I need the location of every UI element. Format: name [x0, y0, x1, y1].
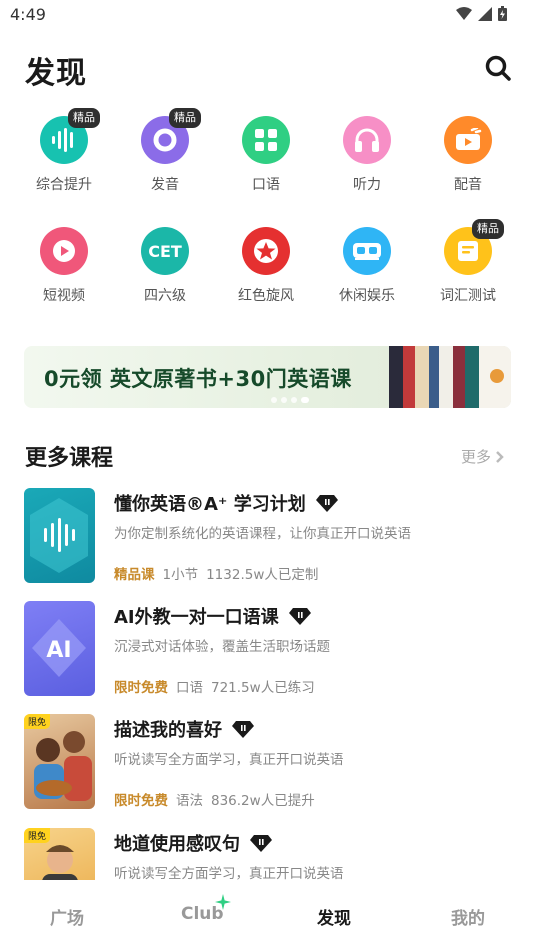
grid-label: 发音: [151, 177, 179, 193]
free-badge: 限免: [24, 828, 51, 843]
grid-label: 口语: [252, 177, 280, 193]
course-item[interactable]: 限免 地道使用感叹句 听说读写全方面学习，真正开口说英语: [24, 828, 514, 880]
grid-item-duanshipin[interactable]: 短视频: [20, 227, 110, 317]
grid-label: 综合提升: [36, 177, 92, 193]
course-tag: 限时免费: [114, 680, 168, 696]
headphones-icon: [343, 116, 391, 164]
promo-banner[interactable]: 0元领 英文原著书+30门英语课: [24, 346, 511, 408]
status-icons: [456, 6, 507, 21]
dubbing-icon: [444, 116, 492, 164]
banner-text: 0元领 英文原著书+30门英语课: [44, 367, 352, 391]
grid-item-cihui[interactable]: 精品 词汇测试: [424, 219, 514, 317]
course-thumbnail: [24, 488, 95, 583]
vr-glasses-icon: [343, 227, 391, 275]
course-item[interactable]: 懂你英语®A⁺ 学习计划 为你定制系统化的英语课程，让你真正开口说英语 精品课 1…: [24, 488, 514, 584]
signal-icon: [478, 6, 492, 21]
course-meta: 精品课 1小节 1132.5w人已定制: [114, 563, 318, 583]
status-bar: 4:49: [0, 0, 535, 32]
course-desc: 沉浸式对话体验，覆盖生活职场话题: [114, 639, 330, 655]
course-meta-2: 721.5w人已练习: [211, 680, 315, 696]
more-link[interactable]: 更多: [461, 446, 504, 467]
course-meta-2: 836.2w人已提升: [211, 793, 315, 809]
carousel-dot: [281, 397, 287, 403]
section-title: 更多课程: [25, 446, 114, 471]
grid-item-zonghe[interactable]: 精品 综合提升: [20, 108, 110, 206]
grid-item-tingli[interactable]: 听力: [323, 116, 413, 206]
course-title: 描述我的喜好: [114, 716, 254, 742]
page-title: 发现: [25, 56, 87, 91]
status-time: 4:49: [10, 5, 46, 24]
search-button[interactable]: [484, 54, 512, 82]
premium-badge: 精品: [169, 108, 201, 128]
course-title-text: AI外教一对一口语课: [114, 607, 279, 628]
wifi-icon: [456, 6, 472, 20]
svg-text:AI: AI: [46, 638, 71, 663]
course-meta-2: 1132.5w人已定制: [206, 567, 319, 583]
course-item[interactable]: 限免 描述我的喜好 听说读写全方面学习，真正开口说英语 限时免费 语法 836.2w…: [24, 714, 514, 810]
course-item[interactable]: AI AI外教一对一口语课 沉浸式对话体验，覆盖生活职场话题 限时免费 口语 721…: [24, 601, 514, 697]
battery-icon: [498, 6, 507, 21]
course-title-text: 描述我的喜好: [114, 720, 222, 741]
nav-tab-faxian[interactable]: 发现: [317, 904, 351, 929]
course-title-text: 地道使用感叹句: [114, 834, 240, 855]
nav-tab-wode[interactable]: 我的: [451, 904, 485, 929]
grid-label: 休闲娱乐: [339, 288, 395, 304]
diamond-icon: [315, 495, 338, 512]
more-label: 更多: [461, 448, 492, 466]
course-desc: 听说读写全方面学习，真正开口说英语: [114, 752, 344, 768]
nav-tab-club[interactable]: Club: [181, 894, 231, 924]
sparkle-icon: [215, 894, 231, 910]
course-meta-1: 语法: [176, 793, 203, 809]
diamond-icon: [250, 835, 272, 852]
grid-item-xiuxian[interactable]: 休闲娱乐: [323, 227, 413, 317]
play-icon: [40, 227, 88, 275]
books-illustration: [389, 346, 511, 408]
grid-label: 配音: [454, 177, 482, 193]
course-tag: 限时免费: [114, 793, 168, 809]
course-thumbnail: 限免: [24, 828, 95, 880]
grid-label: 听力: [353, 177, 381, 193]
grid-item-fayin[interactable]: 精品 发音: [121, 108, 211, 206]
course-title-text: 懂你英语®A⁺ 学习计划: [114, 494, 306, 515]
course-desc: 为你定制系统化的英语课程，让你真正开口说英语: [114, 526, 411, 542]
course-tag: 精品课: [114, 567, 155, 583]
grid-item-hongse[interactable]: 红色旋风: [222, 227, 312, 317]
grid-blocks-icon: [242, 116, 290, 164]
cet-icon: CET: [141, 227, 189, 275]
grid-item-kouyu[interactable]: 口语: [222, 116, 312, 206]
diamond-icon: [288, 608, 311, 625]
carousel-dots: [271, 397, 309, 403]
carousel-dot: [291, 397, 297, 403]
search-icon: [485, 55, 511, 81]
grid-label: 词汇测试: [440, 288, 496, 304]
red-star-icon: [242, 227, 290, 275]
course-meta: 限时免费 口语 721.5w人已练习: [114, 676, 315, 696]
course-title: 地道使用感叹句: [114, 830, 272, 856]
grid-item-peiyin[interactable]: 配音: [424, 116, 514, 206]
course-title: 懂你英语®A⁺ 学习计划: [114, 490, 338, 516]
bottom-nav: 广场 Club 发现 我的: [0, 880, 535, 951]
course-title: AI外教一对一口语课: [114, 603, 311, 629]
course-meta: 限时免费 语法 836.2w人已提升: [114, 789, 315, 809]
grid-item-siliuji[interactable]: CET 四六级: [121, 227, 211, 317]
course-thumbnail: AI: [24, 601, 95, 696]
course-desc: 听说读写全方面学习，真正开口说英语: [114, 866, 344, 880]
chevron-right-icon: [496, 450, 504, 463]
course-meta-1: 1小节: [162, 567, 199, 583]
grid-label: 短视频: [43, 288, 85, 304]
course-meta-1: 口语: [176, 680, 203, 696]
diamond-icon: [232, 721, 254, 738]
premium-badge: 精品: [68, 108, 100, 128]
course-thumbnail: 限免: [24, 714, 95, 809]
grid-label: 四六级: [144, 288, 186, 304]
carousel-dot: [271, 397, 277, 403]
nav-tab-guangchang[interactable]: 广场: [50, 904, 84, 929]
svg-text:CET: CET: [148, 242, 182, 261]
free-badge: 限免: [24, 714, 51, 729]
grid-label: 红色旋风: [238, 288, 294, 304]
premium-badge: 精品: [472, 219, 504, 239]
carousel-dot-active: [301, 397, 309, 403]
